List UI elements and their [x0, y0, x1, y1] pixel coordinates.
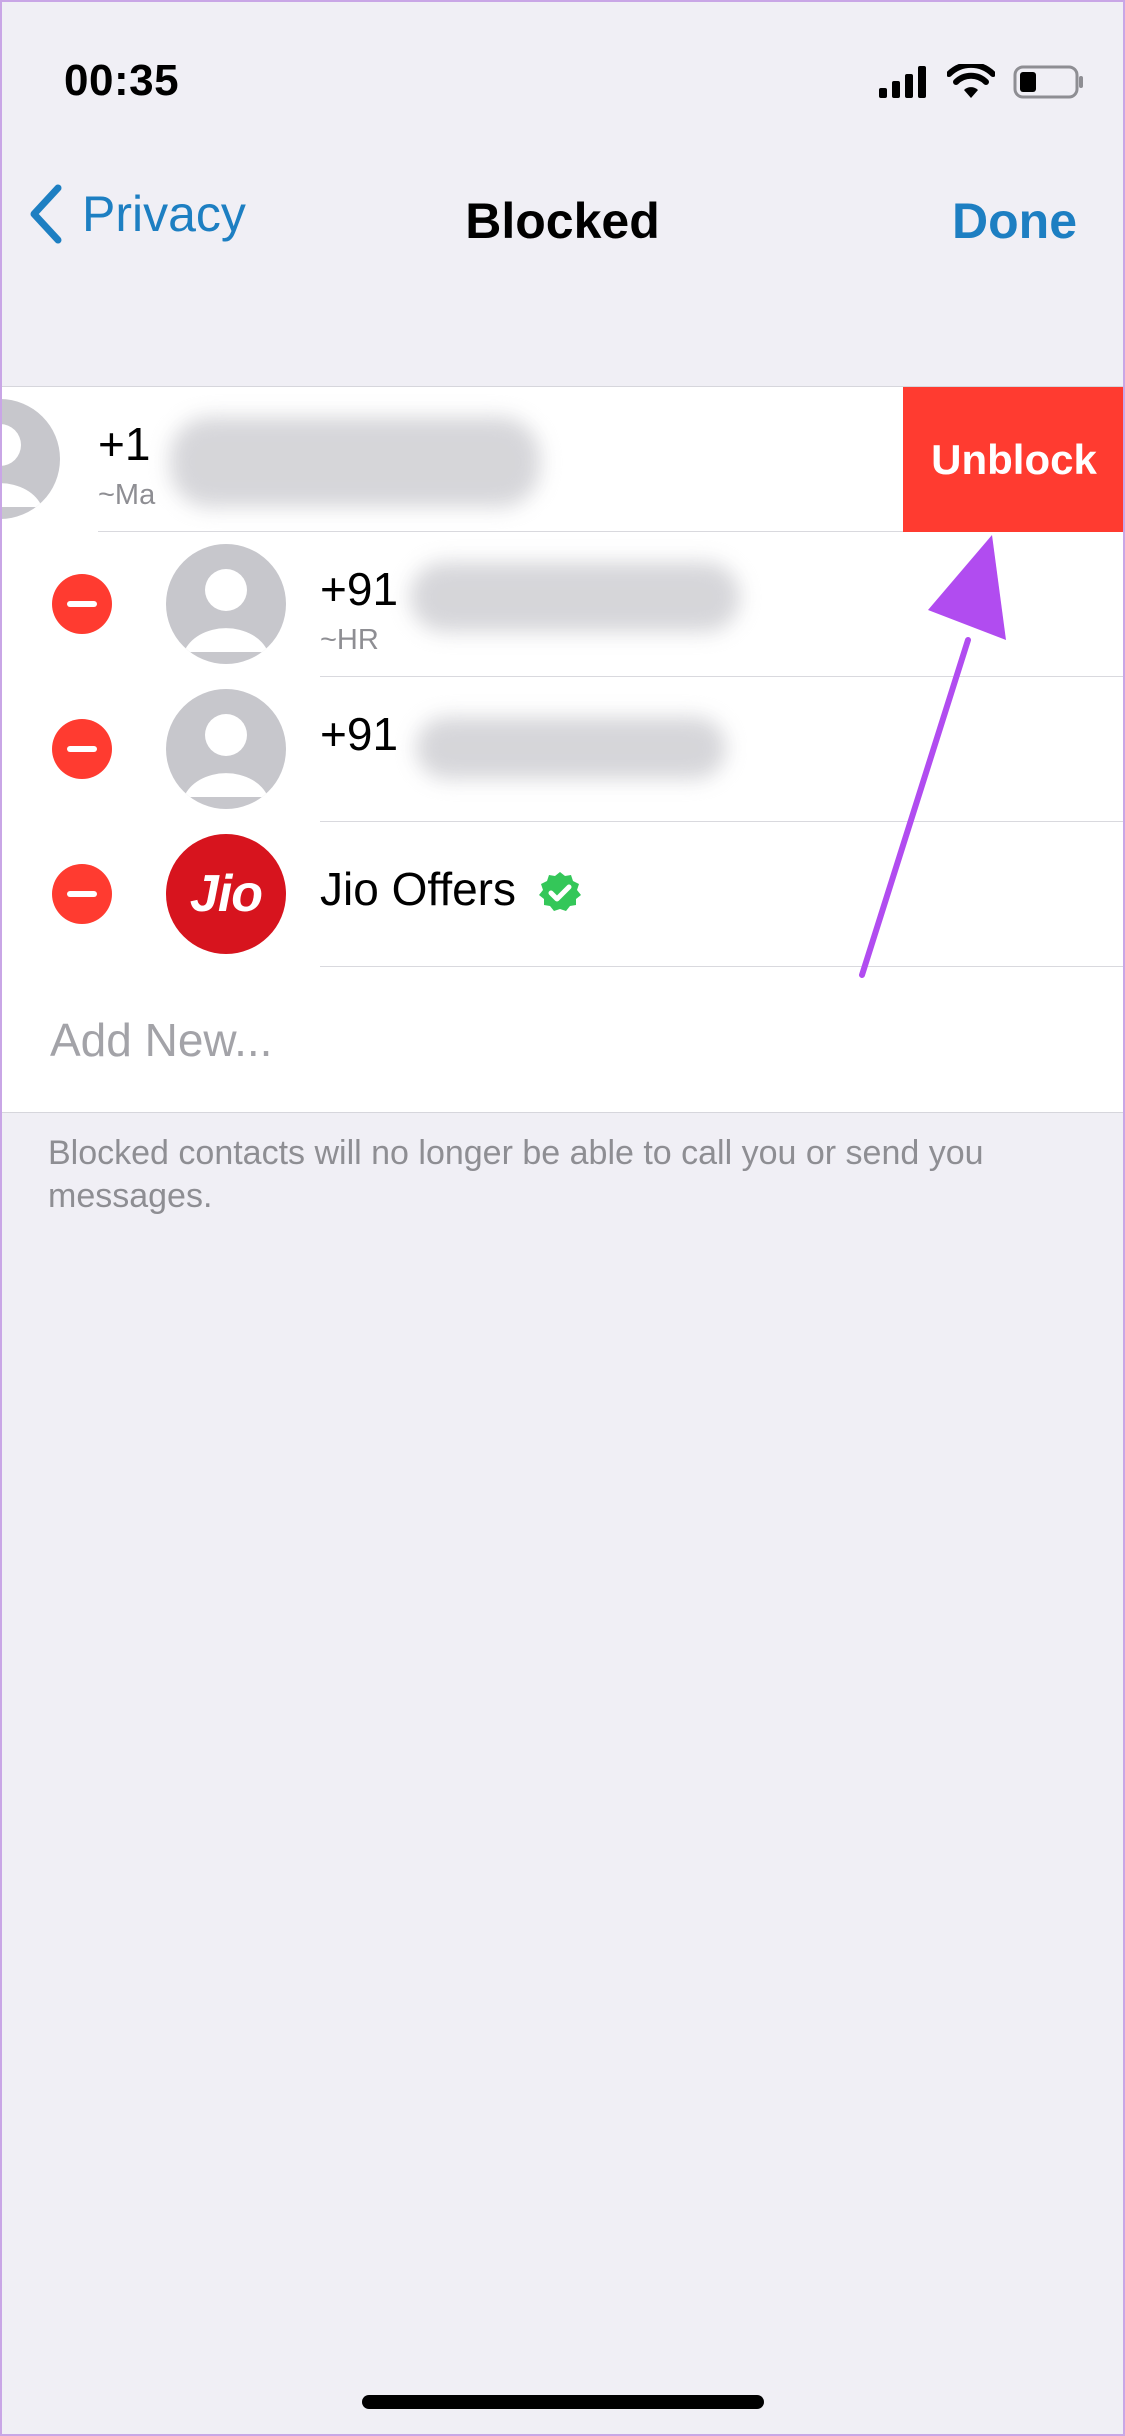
- annotation-arrow-icon: [859, 535, 1006, 978]
- home-indicator: [362, 2395, 764, 2409]
